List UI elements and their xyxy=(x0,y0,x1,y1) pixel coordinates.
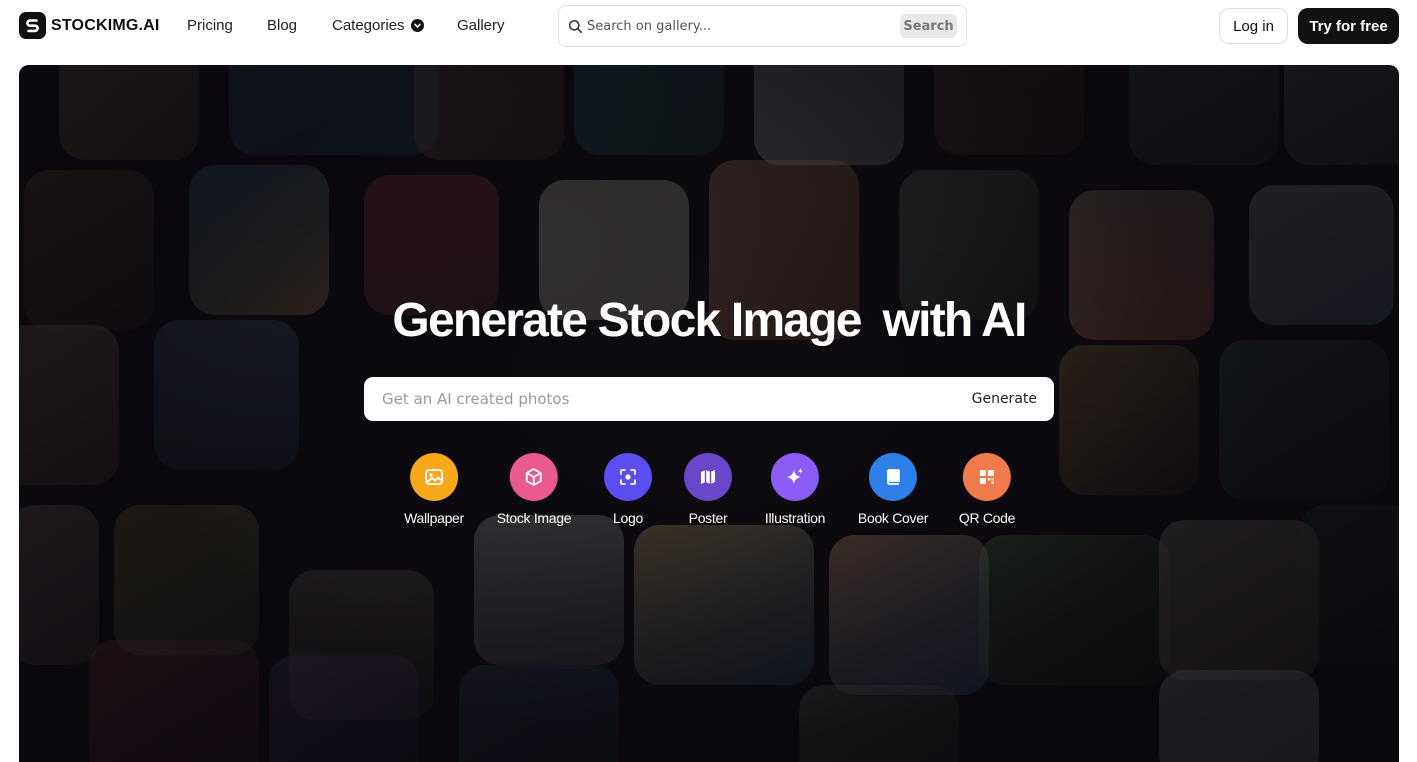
logo[interactable]: STOCKIMG.AI xyxy=(19,12,160,39)
category-label: Poster xyxy=(688,510,728,526)
hero-title-part1: Generate Stock Image xyxy=(392,294,862,347)
cube-icon xyxy=(509,453,558,501)
top-navbar: STOCKIMG.AI Pricing Blog Categories Gall… xyxy=(0,0,1417,54)
hero-section: Generate Stock Image with AI Generate Wal… xyxy=(19,65,1399,762)
gallery-search-input[interactable] xyxy=(587,15,887,37)
category-stock-image[interactable]: Stock Image xyxy=(497,453,572,526)
category-logo[interactable]: Logo xyxy=(604,453,652,526)
generate-button[interactable]: Generate xyxy=(972,389,1037,409)
prompt-input[interactable] xyxy=(382,388,922,410)
nav-gallery-link[interactable]: Gallery xyxy=(457,17,505,34)
nav-blog-link[interactable]: Blog xyxy=(267,17,297,34)
sparkle-icon xyxy=(771,453,819,501)
qr-code-icon xyxy=(962,453,1011,501)
hero-title-part2: with AI xyxy=(882,294,1028,347)
category-label: Book Cover xyxy=(857,510,929,526)
category-label: Stock Image xyxy=(496,510,572,526)
prompt-box: Generate xyxy=(364,377,1054,421)
category-qr-code[interactable]: QR Code xyxy=(959,453,1015,526)
try-for-free-button[interactable]: Try for free xyxy=(1298,8,1399,44)
book-icon xyxy=(869,453,917,501)
logo-text: STOCKIMG.AI xyxy=(51,16,160,34)
category-label: Logo xyxy=(613,510,643,526)
nav-pricing-link[interactable]: Pricing xyxy=(187,17,233,34)
search-icon xyxy=(568,19,583,34)
category-label: Illustration xyxy=(764,510,826,526)
category-label: QR Code xyxy=(958,510,1016,526)
gallery-search-button[interactable]: Search xyxy=(900,14,957,38)
map-icon xyxy=(684,453,732,501)
stockimg-logo-icon xyxy=(19,12,46,39)
category-book-cover[interactable]: Book Cover xyxy=(858,453,928,526)
category-illustration[interactable]: Illustration xyxy=(765,453,825,526)
focus-icon xyxy=(604,453,652,501)
chevron-down-icon xyxy=(410,19,424,32)
category-wallpaper[interactable]: Wallpaper xyxy=(404,453,464,526)
image-icon xyxy=(410,453,458,501)
login-button[interactable]: Log in xyxy=(1219,8,1288,44)
hero-title: Generate Stock Image with AI xyxy=(19,293,1399,348)
gallery-search-box: Search xyxy=(558,5,967,47)
nav-categories-dropdown[interactable]: Categories xyxy=(332,17,424,34)
category-poster[interactable]: Poster xyxy=(684,453,732,526)
category-label: Wallpaper xyxy=(404,510,464,526)
nav-categories-label: Categories xyxy=(332,17,405,34)
